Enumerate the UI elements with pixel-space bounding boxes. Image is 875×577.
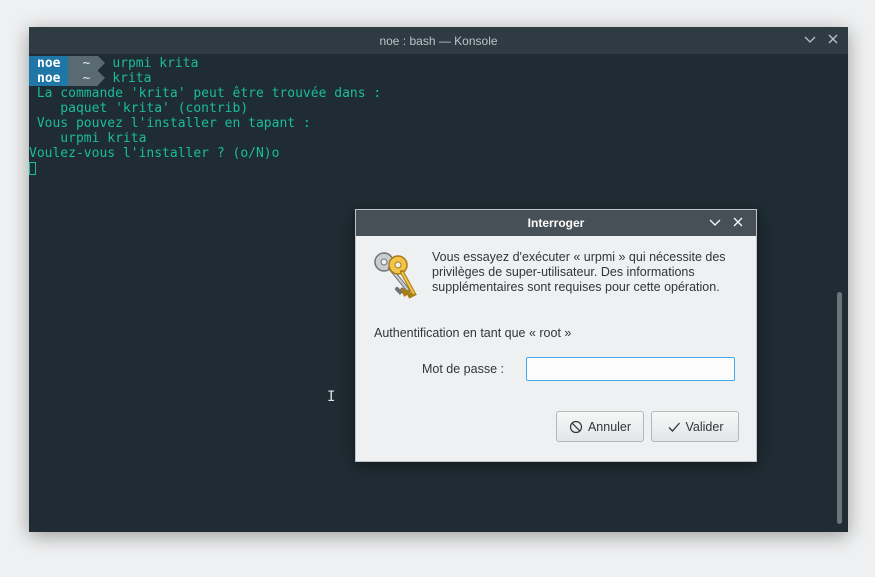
dialog-minimize-button[interactable] <box>708 216 722 230</box>
password-label: Mot de passe : <box>422 362 504 376</box>
prompt-user: noe <box>29 71 77 86</box>
prompt-dir: ~ <box>68 56 106 71</box>
auth-dialog: Interroger Vous essayez d'exécuter « urp… <box>355 209 757 462</box>
close-icon <box>828 34 838 44</box>
close-icon <box>733 217 743 227</box>
password-input[interactable] <box>526 357 735 381</box>
window-title: noe : bash — Konsole <box>379 33 498 48</box>
scrollbar[interactable] <box>837 292 842 524</box>
output-line: La commande 'krita' peut être trouvée da… <box>29 86 382 101</box>
prompt-line: noe ~ urpmi krita <box>29 56 848 71</box>
ok-label: Valider <box>685 419 724 434</box>
auth-as-text: Authentification en tant que « root » <box>374 326 572 340</box>
mouse-ibeam-cursor: I <box>327 389 336 405</box>
close-button[interactable] <box>826 33 840 47</box>
window-titlebar[interactable]: noe : bash — Konsole <box>29 27 848 54</box>
checkmark-icon <box>668 422 680 432</box>
chevron-down-icon <box>709 219 721 226</box>
cancel-icon <box>569 420 583 433</box>
dialog-close-button[interactable] <box>731 216 745 230</box>
prompt-user: noe <box>29 56 77 71</box>
dialog-title: Interroger <box>527 216 585 230</box>
output-line: urpmi krita <box>29 131 147 146</box>
ok-button[interactable]: Valider <box>651 411 739 442</box>
prompt-line: noe ~ krita <box>29 71 848 86</box>
cursor-line <box>29 161 848 176</box>
cancel-label: Annuler <box>587 419 632 434</box>
cancel-button[interactable]: Annuler <box>556 411 644 442</box>
output-line: Vous pouvez l'installer en tapant : <box>29 116 311 131</box>
output-line: paquet 'krita' (contrib) <box>29 101 249 116</box>
prompt-command: urpmi krita <box>112 56 199 71</box>
keys-icon <box>374 252 417 299</box>
prompt-command: krita <box>112 71 152 86</box>
dialog-message: Vous essayez d'exécuter « urpmi » qui né… <box>432 250 726 294</box>
dialog-titlebar[interactable]: Interroger <box>356 210 756 236</box>
terminal-cursor <box>29 162 36 175</box>
chevron-down-icon <box>804 36 816 43</box>
output-line: Voulez-vous l'installer ? (o/N)o <box>29 146 280 161</box>
minimize-button[interactable] <box>803 33 817 47</box>
prompt-dir: ~ <box>68 71 106 86</box>
